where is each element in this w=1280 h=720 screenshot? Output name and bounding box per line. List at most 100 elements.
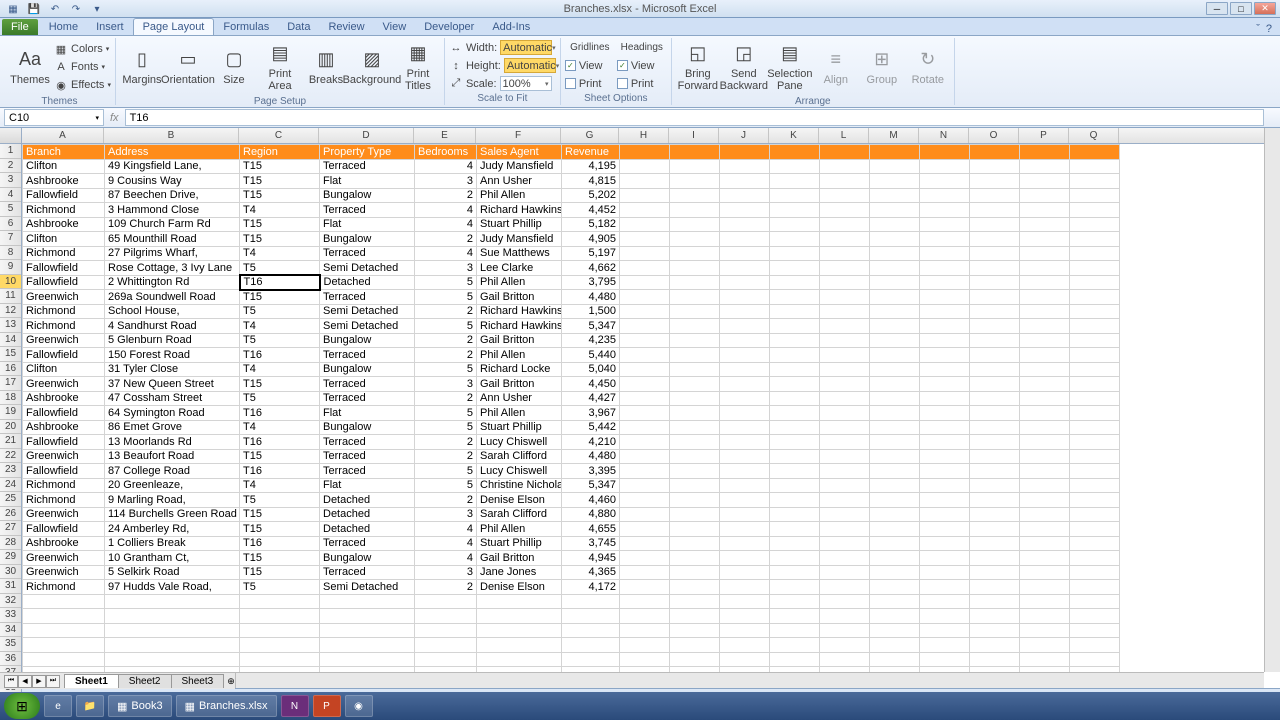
cell[interactable] bbox=[970, 319, 1020, 334]
width-dropdown[interactable]: Automatic▾ bbox=[500, 40, 552, 55]
cell[interactable]: 4 bbox=[415, 217, 477, 232]
cell[interactable] bbox=[770, 217, 820, 232]
cell[interactable] bbox=[970, 594, 1020, 609]
cell[interactable] bbox=[820, 565, 870, 580]
name-box[interactable]: C10▾ bbox=[4, 109, 104, 126]
cell[interactable] bbox=[562, 638, 620, 653]
row-header-3[interactable]: 3 bbox=[0, 173, 21, 188]
cell[interactable]: Bungalow bbox=[320, 362, 415, 377]
tab-view[interactable]: View bbox=[374, 19, 416, 35]
cell[interactable]: Terraced bbox=[320, 565, 415, 580]
cell[interactable] bbox=[720, 652, 770, 667]
cell[interactable]: 2 bbox=[415, 580, 477, 595]
cell[interactable] bbox=[720, 580, 770, 595]
cell[interactable] bbox=[820, 217, 870, 232]
cell[interactable] bbox=[870, 507, 920, 522]
cell[interactable] bbox=[970, 188, 1020, 203]
cell[interactable]: Greenwich bbox=[23, 565, 105, 580]
cell[interactable] bbox=[1070, 145, 1120, 160]
cell[interactable] bbox=[670, 493, 720, 508]
cell[interactable] bbox=[820, 406, 870, 421]
cell[interactable]: Phil Allen bbox=[477, 188, 562, 203]
cell[interactable]: Detached bbox=[320, 493, 415, 508]
cell[interactable] bbox=[620, 304, 670, 319]
cell[interactable] bbox=[770, 507, 820, 522]
cell[interactable] bbox=[820, 203, 870, 218]
cell[interactable] bbox=[870, 551, 920, 566]
cell[interactable]: T4 bbox=[240, 319, 320, 334]
cell[interactable] bbox=[1020, 145, 1070, 160]
row-header-16[interactable]: 16 bbox=[0, 362, 21, 377]
cell[interactable]: Phil Allen bbox=[477, 406, 562, 421]
cell[interactable]: Richmond bbox=[23, 319, 105, 334]
row-header-11[interactable]: 11 bbox=[0, 289, 21, 304]
cell[interactable] bbox=[770, 333, 820, 348]
cell[interactable]: 5 bbox=[415, 290, 477, 305]
cell[interactable] bbox=[820, 275, 870, 290]
taskbar-ie-icon[interactable]: e bbox=[44, 695, 72, 717]
col-header-K[interactable]: K bbox=[769, 128, 819, 143]
cell[interactable] bbox=[1070, 246, 1120, 261]
cell[interactable]: 5 bbox=[415, 362, 477, 377]
cell[interactable] bbox=[770, 348, 820, 363]
cell[interactable] bbox=[770, 391, 820, 406]
cell[interactable] bbox=[1070, 580, 1120, 595]
cell[interactable]: Richard Locke bbox=[477, 362, 562, 377]
cell[interactable] bbox=[620, 594, 670, 609]
cell[interactable]: Bungalow bbox=[320, 551, 415, 566]
cell[interactable]: 1 Colliers Break bbox=[105, 536, 240, 551]
cell[interactable] bbox=[720, 478, 770, 493]
col-header-D[interactable]: D bbox=[319, 128, 414, 143]
cell[interactable] bbox=[770, 551, 820, 566]
cell[interactable]: Fallowfield bbox=[23, 348, 105, 363]
help-icon[interactable]: ? bbox=[1266, 23, 1272, 35]
cell[interactable]: Lucy Chiswell bbox=[477, 435, 562, 450]
redo-icon[interactable]: ↷ bbox=[67, 2, 85, 16]
vertical-scrollbar[interactable] bbox=[1264, 128, 1280, 672]
cell[interactable] bbox=[970, 145, 1020, 160]
cell[interactable] bbox=[820, 261, 870, 276]
cell[interactable]: Gail Britton bbox=[477, 551, 562, 566]
cell[interactable] bbox=[870, 217, 920, 232]
cell[interactable]: 2 bbox=[415, 449, 477, 464]
tab-page-layout[interactable]: Page Layout bbox=[133, 18, 215, 35]
cell[interactable]: Terraced bbox=[320, 203, 415, 218]
cell[interactable] bbox=[770, 449, 820, 464]
cell[interactable] bbox=[1070, 261, 1120, 276]
cell[interactable] bbox=[720, 638, 770, 653]
gridlines-print-checkbox[interactable] bbox=[565, 78, 576, 89]
row-header-2[interactable]: 2 bbox=[0, 159, 21, 174]
cell[interactable] bbox=[770, 536, 820, 551]
cell[interactable] bbox=[670, 623, 720, 638]
cell[interactable]: 4,880 bbox=[562, 507, 620, 522]
cell[interactable]: T15 bbox=[240, 449, 320, 464]
cell[interactable] bbox=[240, 594, 320, 609]
cell[interactable]: 5,347 bbox=[562, 478, 620, 493]
cell[interactable]: 3,745 bbox=[562, 536, 620, 551]
sheet-tab-sheet2[interactable]: Sheet2 bbox=[118, 674, 172, 688]
cell[interactable]: T16 bbox=[240, 464, 320, 479]
cell[interactable] bbox=[870, 145, 920, 160]
cell[interactable]: Rose Cottage, 3 Ivy Lane bbox=[105, 261, 240, 276]
cell[interactable]: Phil Allen bbox=[477, 275, 562, 290]
fx-icon[interactable]: fx bbox=[110, 112, 119, 124]
cell[interactable]: Detached bbox=[320, 522, 415, 537]
cell[interactable] bbox=[920, 333, 970, 348]
cell[interactable]: Phil Allen bbox=[477, 348, 562, 363]
cell[interactable] bbox=[920, 449, 970, 464]
cell[interactable] bbox=[720, 507, 770, 522]
cell[interactable] bbox=[820, 174, 870, 189]
col-header-O[interactable]: O bbox=[969, 128, 1019, 143]
print-area-button[interactable]: ▤Print Area bbox=[258, 38, 302, 96]
col-header-H[interactable]: H bbox=[619, 128, 669, 143]
cell[interactable]: 5,197 bbox=[562, 246, 620, 261]
cell[interactable]: 97 Hudds Vale Road, bbox=[105, 580, 240, 595]
cell[interactable] bbox=[620, 145, 670, 160]
cell[interactable]: Ashbrooke bbox=[23, 217, 105, 232]
cell[interactable] bbox=[620, 348, 670, 363]
cell[interactable]: Gail Britton bbox=[477, 377, 562, 392]
cell[interactable]: 9 Cousins Way bbox=[105, 174, 240, 189]
cell[interactable] bbox=[920, 420, 970, 435]
formula-bar[interactable]: T16 bbox=[125, 109, 1264, 126]
cell[interactable]: T15 bbox=[240, 290, 320, 305]
